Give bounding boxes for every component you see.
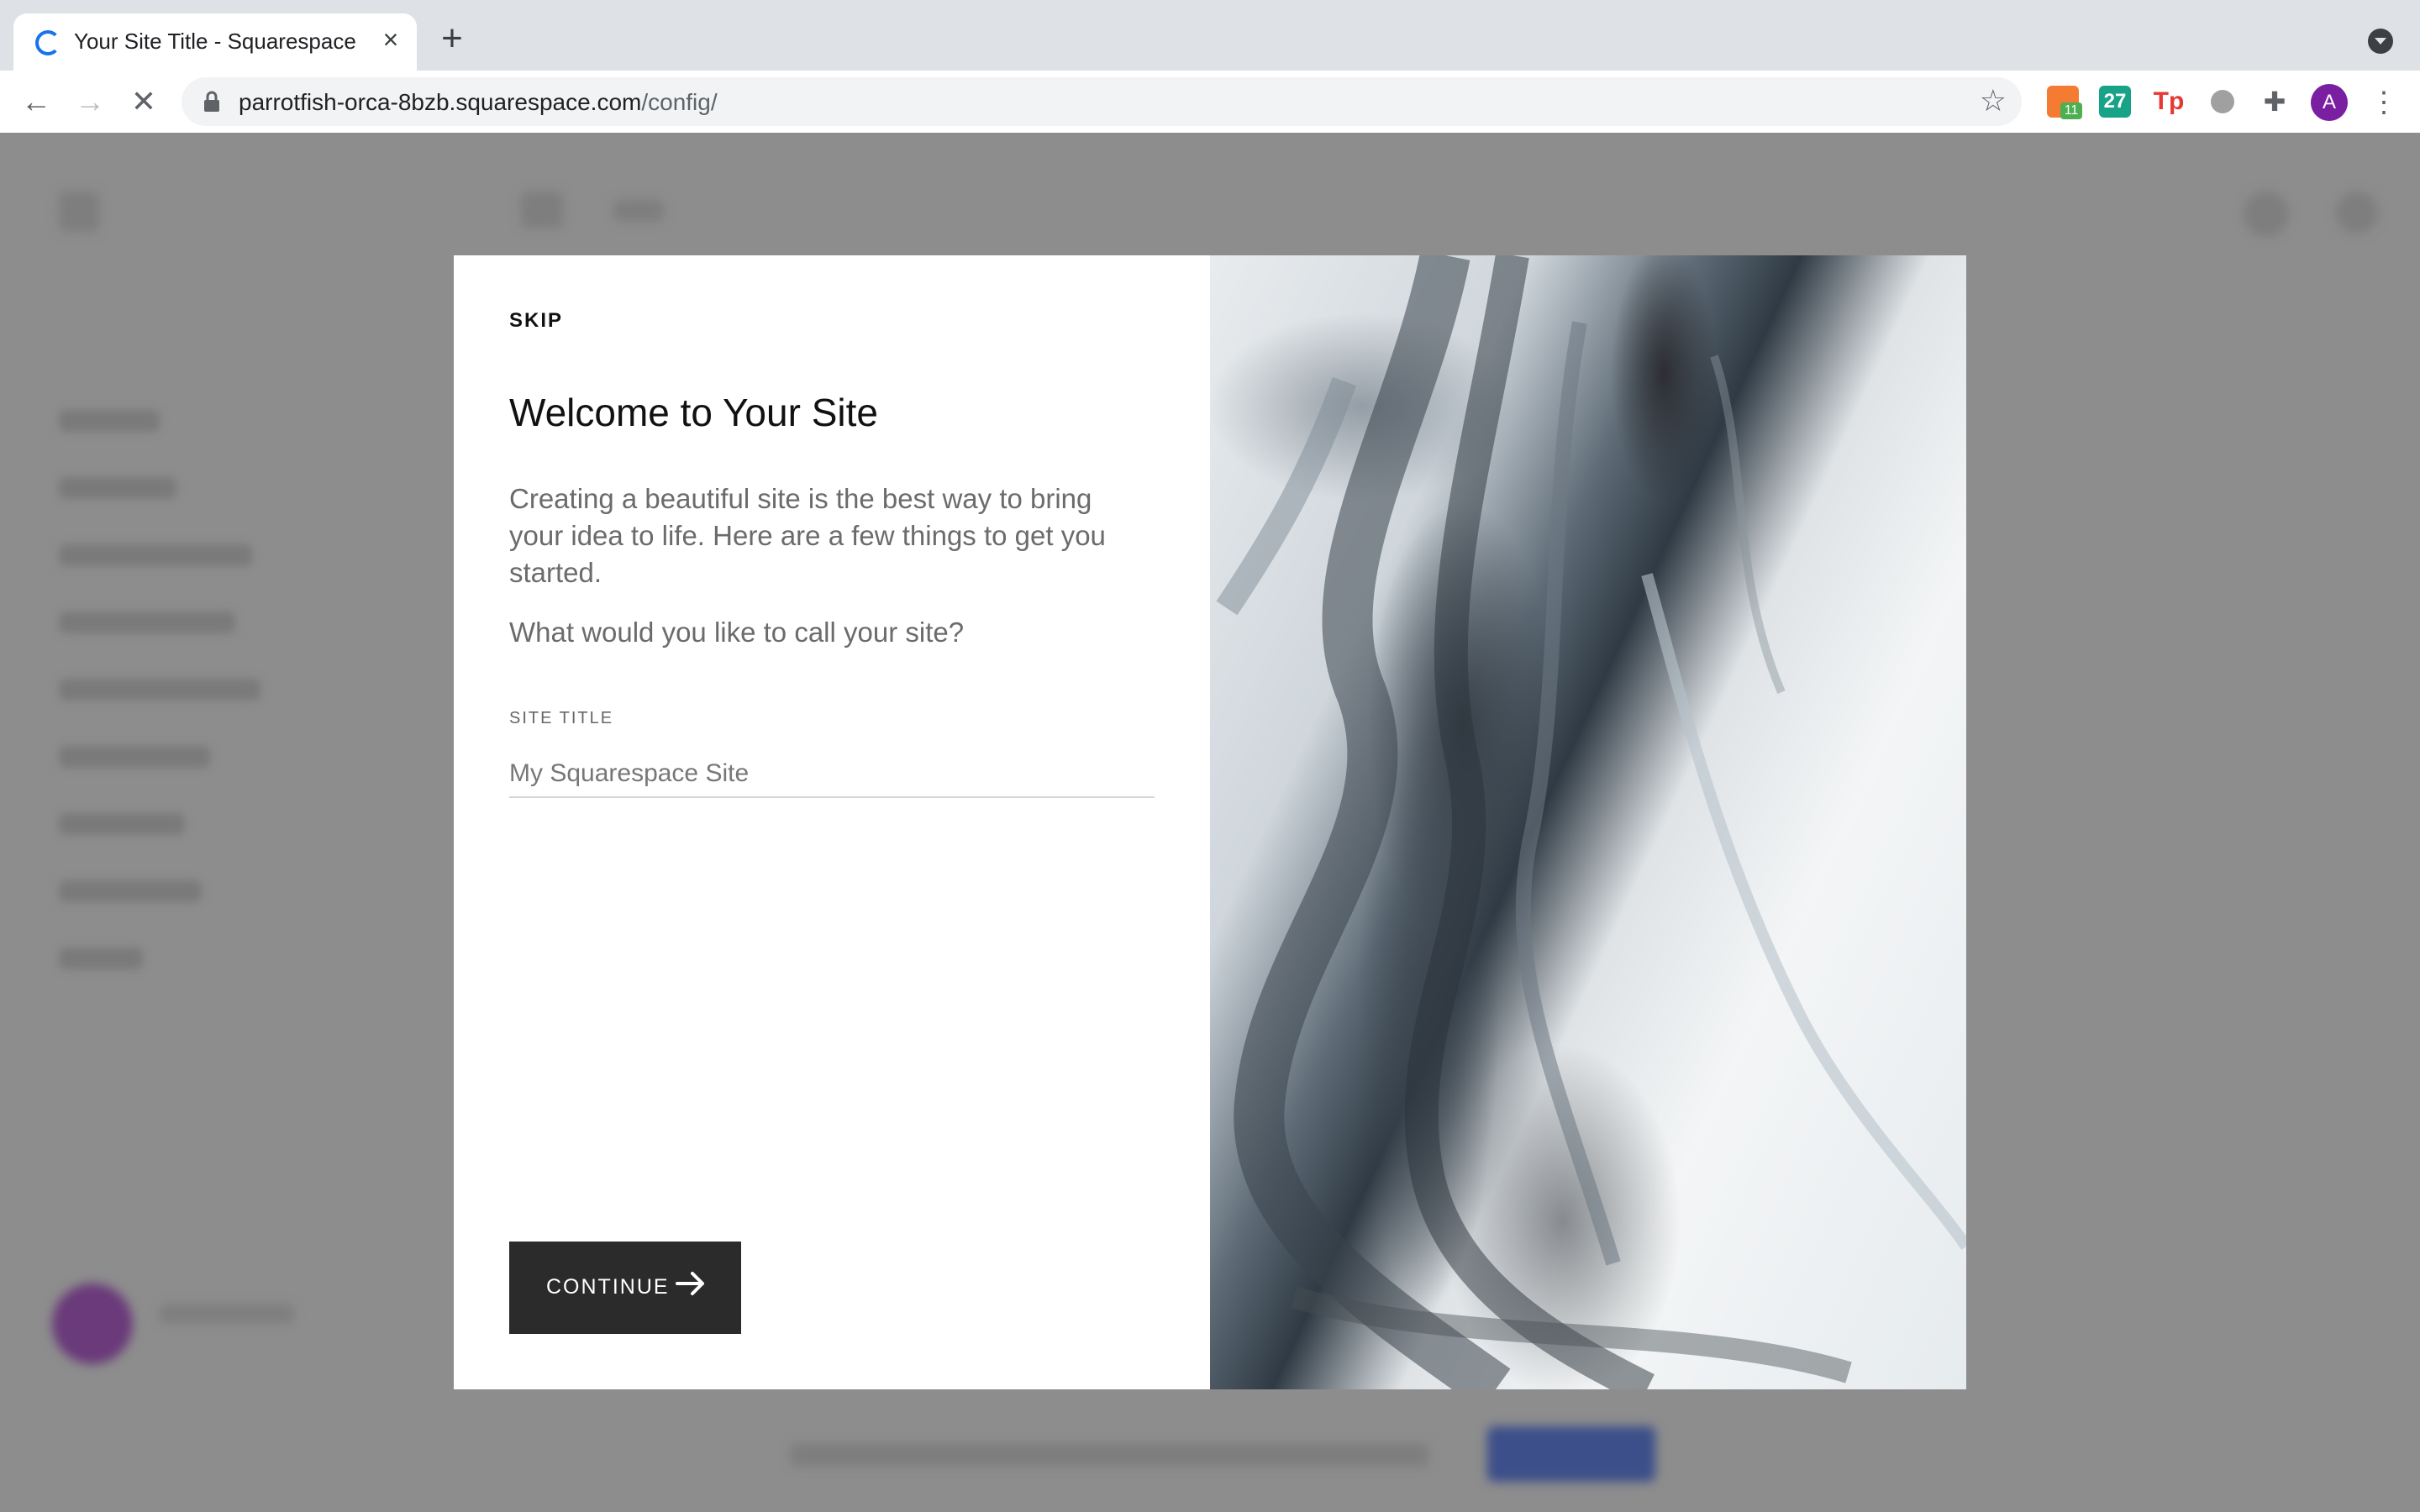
blurred-element [790, 1443, 1428, 1467]
forward-arrow-icon[interactable]: → [71, 82, 109, 121]
browser-tab[interactable]: Your Site Title - Squarespace × [13, 13, 417, 71]
marble-hero-image [1210, 255, 1966, 1389]
circle-ext-icon[interactable] [2207, 86, 2238, 118]
puzzle-extensions-icon[interactable]: ✚ [2259, 86, 2291, 118]
blurred-logo [59, 192, 99, 232]
skip-button[interactable]: SKIP [509, 309, 563, 333]
calendar-ext-icon[interactable]: 11 [2047, 86, 2082, 119]
modal-content-panel: SKIP Welcome to Your Site Creating a bea… [454, 255, 1210, 1389]
tab-search-icon[interactable] [2368, 29, 2393, 54]
day-27-ext-icon[interactable]: 27 [2099, 86, 2131, 118]
browser-toolbar: ← → ✕ parrotfish-orca-8bzb.squarespace.c… [0, 71, 2420, 134]
browser-menu-icon[interactable]: ⋮ [2370, 86, 2398, 119]
blurred-nav-item [59, 477, 176, 499]
modal-heading: Welcome to Your Site [509, 391, 878, 434]
tab-close-icon[interactable]: × [376, 25, 405, 54]
blurred-nav-item [59, 746, 210, 768]
site-title-label: SITE TITLE [509, 709, 614, 727]
blurred-element [521, 192, 563, 228]
blurred-button [1487, 1426, 1655, 1482]
tp-ext-icon[interactable]: Tp [2153, 86, 2185, 118]
blurred-nav-item [59, 948, 143, 969]
continue-label: CONTINUE [546, 1275, 670, 1299]
blurred-nav-item [59, 679, 260, 701]
blurred-element [2244, 192, 2289, 237]
blurred-nav-item [59, 410, 160, 432]
arrow-right-icon [674, 1267, 708, 1306]
lock-icon [203, 91, 220, 117]
blurred-nav-item [59, 880, 202, 902]
browser-tabstrip: Your Site Title - Squarespace × + [0, 0, 2420, 71]
new-tab-button[interactable]: + [435, 20, 469, 57]
blurred-nav-item [59, 544, 252, 566]
blurred-element [160, 1305, 294, 1323]
tab-title: Your Site Title - Squarespace [74, 29, 356, 54]
blurred-element [613, 200, 664, 222]
url-host: parrotfish-orca-8bzb.squarespace.com [239, 89, 642, 115]
blurred-element [2336, 192, 2378, 234]
continue-button[interactable]: CONTINUE [509, 1242, 741, 1334]
url-path: /config/ [641, 89, 718, 115]
blurred-avatar [52, 1284, 133, 1364]
extension-badge: 11 [2060, 102, 2082, 119]
modal-description: Creating a beautiful site is the best wa… [509, 483, 1106, 588]
loading-spinner-icon [35, 30, 60, 55]
url-text: parrotfish-orca-8bzb.squarespace.com/con… [239, 89, 718, 116]
marble-texture-decoration [1216, 255, 1966, 1389]
site-title-input[interactable] [509, 751, 1155, 798]
modal-question: What would you like to call your site? [509, 617, 965, 648]
back-arrow-icon[interactable]: ← [17, 82, 55, 121]
stop-loading-icon[interactable]: ✕ [124, 82, 163, 121]
blurred-nav-item [59, 813, 185, 835]
welcome-modal: SKIP Welcome to Your Site Creating a bea… [454, 255, 1966, 1389]
bookmark-star-icon[interactable]: ☆ [1980, 84, 2007, 118]
blurred-nav-item [59, 612, 235, 633]
address-bar[interactable]: parrotfish-orca-8bzb.squarespace.com/con… [182, 77, 2022, 126]
profile-avatar[interactable]: A [2311, 84, 2348, 121]
